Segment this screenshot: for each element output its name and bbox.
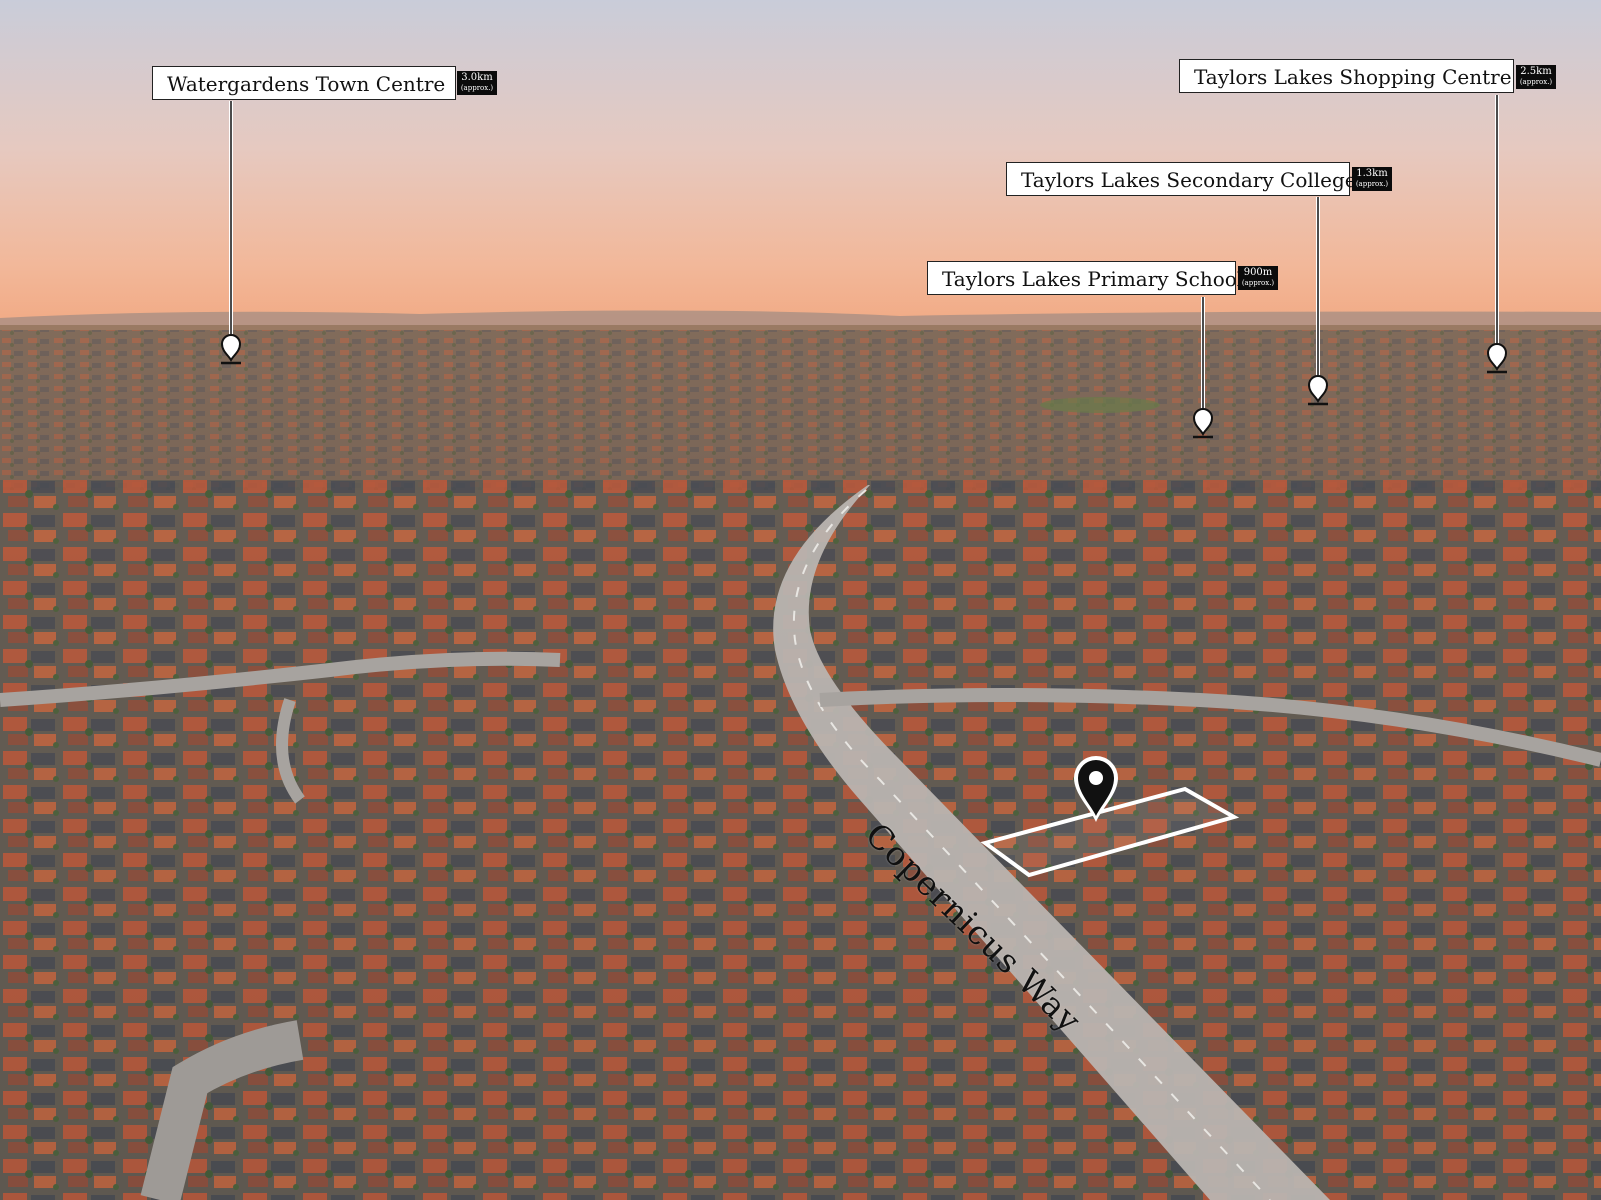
poi-label-shopping-centre: Taylors Lakes Shopping Centre xyxy=(1179,59,1514,93)
poi-label-watergardens: Watergardens Town Centre xyxy=(152,66,456,100)
poi-label-secondary-college: Taylors Lakes Secondary College xyxy=(1006,162,1357,196)
poi-name: Taylors Lakes Primary School xyxy=(942,267,1244,291)
poi-name: Watergardens Town Centre xyxy=(167,72,446,96)
distance-value: 3.0km xyxy=(461,72,493,83)
poi-label-primary-school: Taylors Lakes Primary School xyxy=(927,261,1243,295)
distance-approx: (approx.) xyxy=(1355,180,1389,188)
distance-value: 2.5km xyxy=(1520,66,1552,77)
distance-approx: (approx.) xyxy=(1519,78,1553,86)
distance-badge: 1.3km (approx.) xyxy=(1352,167,1392,191)
distance-badge: 3.0km (approx.) xyxy=(457,71,497,95)
poi-name: Taylors Lakes Secondary College xyxy=(1021,168,1357,192)
distance-value: 900m xyxy=(1243,267,1273,278)
distance-value: 1.3km xyxy=(1356,168,1388,179)
distance-badge: 900m (approx.) xyxy=(1238,266,1278,290)
distance-badge: 2.5km (approx.) xyxy=(1516,65,1556,89)
distance-approx: (approx.) xyxy=(1241,279,1275,287)
distance-approx: (approx.) xyxy=(460,84,494,92)
poi-name: Taylors Lakes Shopping Centre xyxy=(1194,65,1512,89)
